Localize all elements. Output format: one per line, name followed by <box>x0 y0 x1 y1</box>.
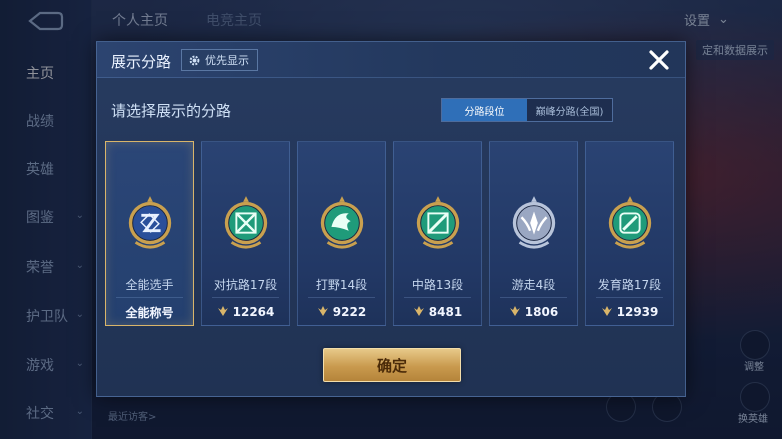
dialog-subtitle: 请选择展示的分路 <box>111 102 232 120</box>
card-divider <box>596 297 663 298</box>
rank-points-icon <box>217 305 229 320</box>
lane-card-score-text: 12264 <box>232 305 275 319</box>
dialog-header: 展示分路 优先显示 <box>97 42 685 78</box>
lane-type-tabs: 分路段位 巅峰分路(全国) <box>441 98 613 122</box>
lane-card-label: 对抗路17段 <box>213 278 278 292</box>
card-divider <box>308 297 375 298</box>
lane-card[interactable]: 对抗路17段 12264 <box>201 141 290 326</box>
lane-card-label: 全能选手 <box>125 278 174 292</box>
lane-card-score-text: 1806 <box>524 305 559 319</box>
lane-card[interactable]: 打野14段 9222 <box>297 141 386 326</box>
priority-display-label: 优先显示 <box>205 54 249 67</box>
lane-card[interactable]: 全能选手 全能称号 <box>105 141 194 326</box>
card-divider <box>404 297 471 298</box>
close-icon <box>649 50 669 70</box>
lane-card-score: 12939 <box>586 302 673 322</box>
rank-points-icon <box>317 305 329 320</box>
lane-card-score-text: 全能称号 <box>125 305 174 320</box>
lane-card-score: 1806 <box>490 302 577 322</box>
display-lane-dialog: 展示分路 优先显示 请选择展示的分路 分路段位 巅峰分路(全国) 全能选手全能称… <box>96 41 686 397</box>
card-divider <box>500 297 567 298</box>
lane-card[interactable]: 中路13段 8481 <box>393 141 482 326</box>
rank-points-icon <box>413 305 425 320</box>
jungle-emblem-icon <box>316 194 368 254</box>
lane-card-score-text: 12939 <box>616 305 659 319</box>
lane-card-score-text: 9222 <box>332 305 367 319</box>
confirm-button[interactable]: 确定 <box>323 348 461 382</box>
roam-emblem-icon <box>508 194 560 254</box>
gear-icon <box>189 55 200 65</box>
lane-card-label: 游走4段 <box>511 278 556 292</box>
lane-card-score: 8481 <box>394 302 481 322</box>
lane-card[interactable]: 游走4段 1806 <box>489 141 578 326</box>
card-divider <box>116 297 183 298</box>
card-divider <box>212 297 279 298</box>
dialog-title: 展示分路 <box>111 53 172 71</box>
lane-card-score: 全能称号 <box>106 302 193 322</box>
mid-lane-emblem-icon <box>412 194 464 254</box>
lane-card-label: 中路13段 <box>411 278 464 292</box>
tab-lane-rank[interactable]: 分路段位 <box>442 99 527 121</box>
all-rounder-emblem-icon <box>124 194 176 254</box>
lane-card-score-text: 8481 <box>428 305 463 319</box>
close-button[interactable] <box>645 46 673 74</box>
tab-peak-lane[interactable]: 巅峰分路(全国) <box>527 99 612 121</box>
priority-display-button[interactable]: 优先显示 <box>181 49 258 71</box>
lane-card[interactable]: 发育路17段 12939 <box>585 141 674 326</box>
lane-card-score: 12264 <box>202 302 289 322</box>
lane-card-list: 全能选手 全能称号 对抗路17段 12264 打野14段 9222 中路13段 8481 游走4… <box>105 141 679 326</box>
lane-card-score: 9222 <box>298 302 385 322</box>
lane-card-label: 打野14段 <box>315 278 368 292</box>
rank-points-icon <box>509 305 521 320</box>
rank-points-icon <box>601 305 613 320</box>
farm-lane-emblem-icon <box>604 194 656 254</box>
lane-card-label: 发育路17段 <box>597 278 662 292</box>
clash-lane-emblem-icon <box>220 194 272 254</box>
